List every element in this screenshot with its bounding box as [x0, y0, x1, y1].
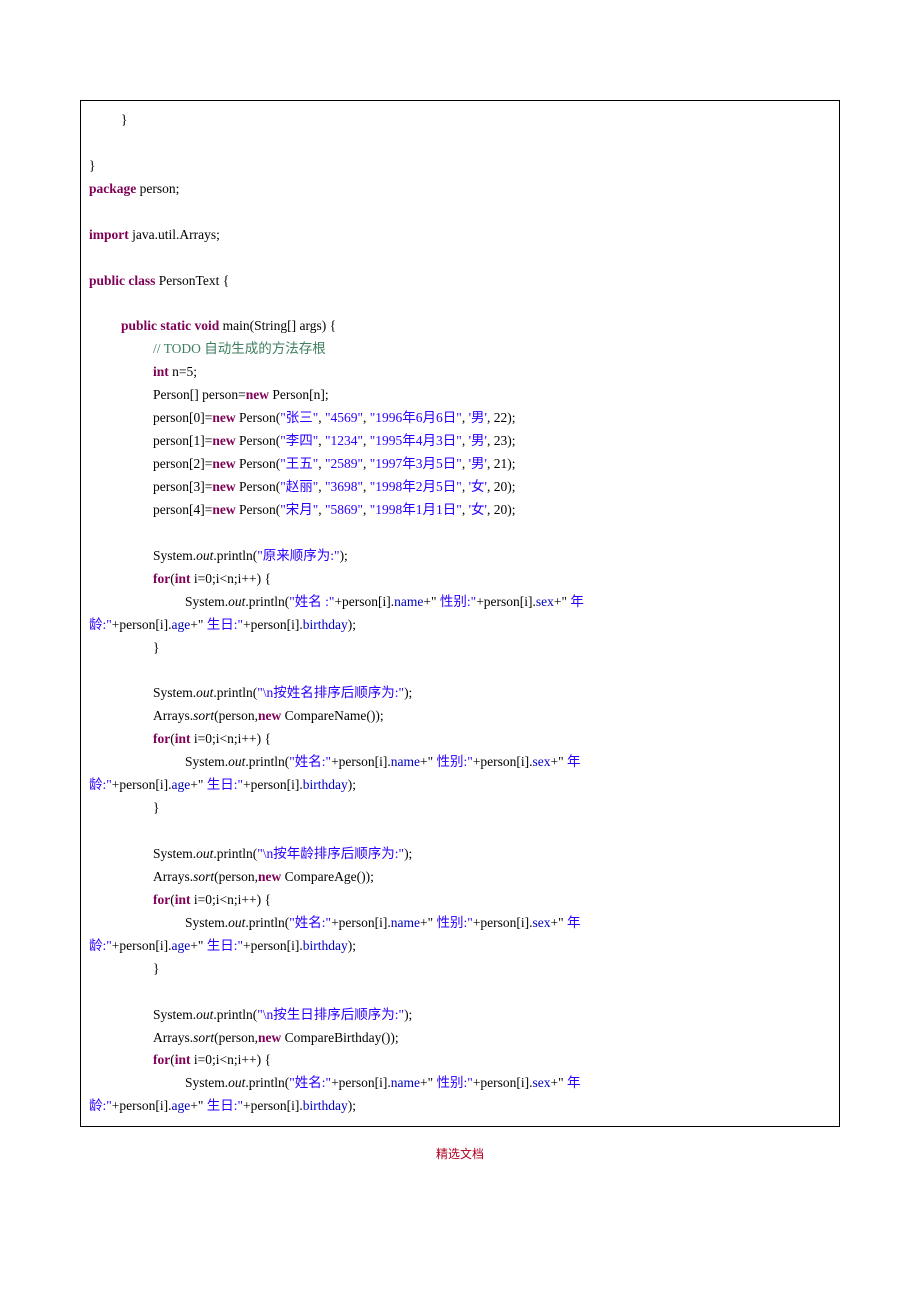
- code-line: person[2]=new Person("王五", "2589", "1997…: [89, 453, 831, 476]
- code-line: for(int i=0;i<n;i++) {: [89, 728, 831, 751]
- code-line: // TODO 自动生成的方法存根: [89, 338, 831, 361]
- code-line: 龄:"+person[i].age+" 生日:"+person[i].birth…: [89, 614, 831, 637]
- blank-line: [89, 247, 831, 270]
- code-line: Arrays.sort(person,new CompareBirthday()…: [89, 1027, 831, 1050]
- code-line: System.out.println("姓名:"+person[i].name+…: [89, 1072, 831, 1095]
- person-init-block: person[0]=new Person("张三", "4569", "1996…: [89, 407, 831, 522]
- blank-line: [89, 522, 831, 545]
- code-line: person[0]=new Person("张三", "4569", "1996…: [89, 407, 831, 430]
- code-line: }: [89, 637, 831, 660]
- blank-line: [89, 293, 831, 316]
- blank-line: [89, 132, 831, 155]
- code-line: }: [89, 155, 831, 178]
- code-line: package person;: [89, 178, 831, 201]
- blank-line: [89, 981, 831, 1004]
- blank-line: [89, 660, 831, 683]
- code-line: int n=5;: [89, 361, 831, 384]
- blank-line: [89, 201, 831, 224]
- code-line: System.out.println("\n按姓名排序后顺序为:");: [89, 682, 831, 705]
- code-line: 龄:"+person[i].age+" 生日:"+person[i].birth…: [89, 1095, 831, 1118]
- code-line: import java.util.Arrays;: [89, 224, 831, 247]
- code-line: 龄:"+person[i].age+" 生日:"+person[i].birth…: [89, 774, 831, 797]
- code-line: for(int i=0;i<n;i++) {: [89, 1049, 831, 1072]
- code-line: person[3]=new Person("赵丽", "3698", "1998…: [89, 476, 831, 499]
- code-line: Arrays.sort(person,new CompareAge());: [89, 866, 831, 889]
- code-box: } } package person; import java.util.Arr…: [80, 100, 840, 1127]
- code-line: for(int i=0;i<n;i++) {: [89, 568, 831, 591]
- code-line: 龄:"+person[i].age+" 生日:"+person[i].birth…: [89, 935, 831, 958]
- code-line: System.out.println("原来顺序为:");: [89, 545, 831, 568]
- code-line: public static void main(String[] args) {: [89, 315, 831, 338]
- code-line: }: [89, 958, 831, 981]
- code-line: }: [89, 109, 831, 132]
- code-line: System.out.println("\n按年龄排序后顺序为:");: [89, 843, 831, 866]
- code-line: person[1]=new Person("李四", "1234", "1995…: [89, 430, 831, 453]
- code-line: System.out.println("姓名 :"+person[i].name…: [89, 591, 831, 614]
- code-line: Person[] person=new Person[n];: [89, 384, 831, 407]
- code-line: System.out.println("\n按生日排序后顺序为:");: [89, 1004, 831, 1027]
- blank-line: [89, 820, 831, 843]
- code-line: for(int i=0;i<n;i++) {: [89, 889, 831, 912]
- page-container: } } package person; import java.util.Arr…: [0, 0, 920, 1192]
- code-line: }: [89, 797, 831, 820]
- page-footer: 精选文档: [80, 1145, 840, 1162]
- code-line: System.out.println("姓名:"+person[i].name+…: [89, 751, 831, 774]
- code-line: person[4]=new Person("宋月", "5869", "1998…: [89, 499, 831, 522]
- code-line: System.out.println("姓名:"+person[i].name+…: [89, 912, 831, 935]
- code-line: public class PersonText {: [89, 270, 831, 293]
- code-line: Arrays.sort(person,new CompareName());: [89, 705, 831, 728]
